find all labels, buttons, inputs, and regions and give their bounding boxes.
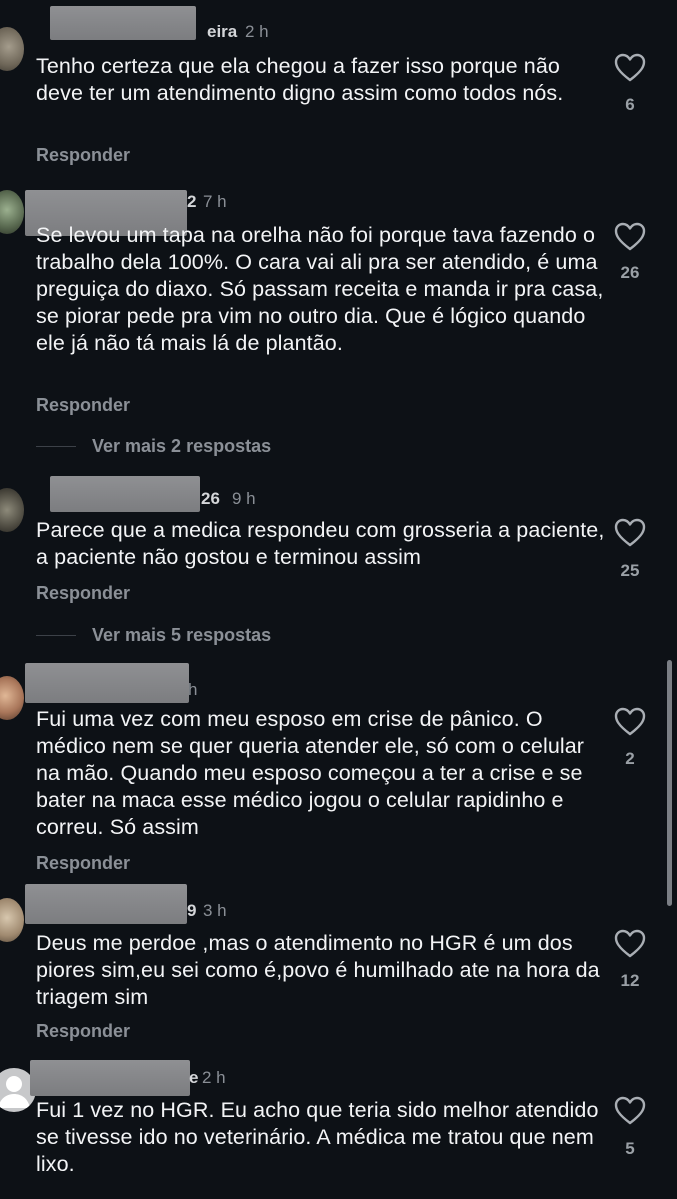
comment-text: Se levou um tapa na orelha não foi porqu… bbox=[36, 223, 604, 355]
divider bbox=[36, 445, 76, 447]
comment-text: Tenho certeza que ela chegou a fazer iss… bbox=[36, 54, 564, 105]
avatar[interactable] bbox=[0, 27, 24, 71]
comment-time: 9 h bbox=[232, 489, 256, 508]
avatar[interactable] bbox=[0, 488, 24, 532]
heart-icon[interactable] bbox=[614, 707, 646, 737]
avatar[interactable] bbox=[0, 190, 24, 234]
username-redacted[interactable] bbox=[50, 476, 200, 512]
username-fragment[interactable]: 2 bbox=[187, 192, 196, 212]
like-count: 12 bbox=[620, 971, 640, 990]
like-count: 5 bbox=[625, 1139, 635, 1158]
avatar[interactable] bbox=[0, 898, 24, 942]
view-more-replies-label[interactable]: Ver mais 5 respostas bbox=[92, 625, 271, 646]
view-more-replies[interactable]: Ver mais 2 respostas bbox=[36, 434, 271, 458]
heart-icon[interactable] bbox=[614, 53, 646, 83]
divider bbox=[36, 634, 76, 636]
comment-text: Fui uma vez com meu esposo em crise de p… bbox=[36, 707, 585, 839]
avatar[interactable] bbox=[0, 676, 24, 720]
comment-time: h bbox=[188, 680, 198, 699]
comment-time: 2 h bbox=[245, 22, 269, 41]
heart-icon[interactable] bbox=[614, 1096, 646, 1126]
comment-text: Fui 1 vez no HGR. Eu acho que teria sido… bbox=[36, 1098, 599, 1176]
view-more-replies-label[interactable]: Ver mais 2 respostas bbox=[92, 436, 271, 457]
reply-button[interactable]: Responder bbox=[36, 583, 130, 604]
view-more-replies[interactable]: Ver mais 5 respostas bbox=[36, 623, 271, 647]
heart-icon[interactable] bbox=[614, 518, 646, 548]
reply-button[interactable]: Responder bbox=[36, 395, 130, 416]
heart-icon[interactable] bbox=[614, 929, 646, 959]
scrollbar[interactable] bbox=[667, 660, 672, 906]
username-fragment[interactable]: eira bbox=[207, 22, 237, 42]
like-count: 2 bbox=[625, 749, 635, 768]
username-fragment[interactable]: e bbox=[189, 1068, 198, 1088]
username-redacted[interactable] bbox=[25, 663, 189, 703]
like-count: 26 bbox=[620, 263, 640, 282]
username-redacted[interactable] bbox=[25, 884, 187, 924]
comment-text: Parece que a medica respondeu com grosse… bbox=[36, 518, 605, 569]
comment-time: 3 h bbox=[203, 901, 227, 920]
username-redacted[interactable] bbox=[50, 6, 196, 40]
username-fragment[interactable]: 9 bbox=[187, 901, 196, 921]
username-fragment[interactable]: 26 bbox=[201, 489, 220, 509]
comment-time: 7 h bbox=[203, 192, 227, 211]
reply-button[interactable]: Responder bbox=[36, 1021, 130, 1042]
like-count: 25 bbox=[620, 561, 640, 580]
like-count: 6 bbox=[625, 95, 635, 114]
username-redacted[interactable] bbox=[30, 1060, 190, 1096]
reply-button[interactable]: Responder bbox=[36, 145, 130, 166]
reply-button[interactable]: Responder bbox=[36, 853, 130, 874]
comment-time: 2 h bbox=[202, 1068, 226, 1087]
heart-icon[interactable] bbox=[614, 222, 646, 252]
comment-text: Deus me perdoe ,mas o atendimento no HGR… bbox=[36, 931, 600, 1009]
